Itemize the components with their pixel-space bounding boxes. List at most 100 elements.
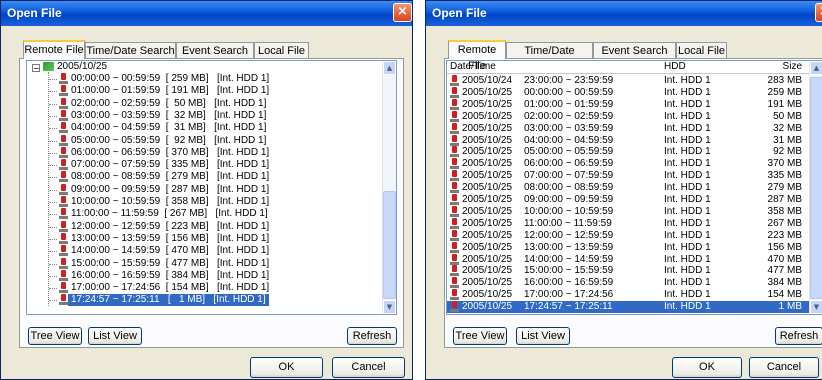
tree-item[interactable]: 17:00:00 ~ 17:24:56 [ 154 MB] [Int. HDD … [71, 282, 269, 294]
tree-item[interactable]: 09:00:00 ~ 09:59:59 [ 287 MB] [Int. HDD … [71, 184, 269, 196]
record-icon [450, 158, 459, 170]
tree-item[interactable]: 17:24:57 ~ 17:25:11 [ 1 MB] [Int. HDD 1] [68, 294, 269, 307]
tree-item[interactable]: 05:00:00 ~ 05:59:59 [ 92 MB] [Int. HDD 1… [71, 135, 266, 147]
refresh-button[interactable]: Refresh [775, 327, 822, 345]
size-cell: 259 MB [767, 86, 802, 98]
cancel-button[interactable]: Cancel [332, 357, 405, 378]
tree-scrollbar[interactable]: ▲ ▼ [382, 61, 396, 314]
tree-item[interactable]: 11:00:00 ~ 11:59:59 [ 267 MB] [Int. HDD … [71, 208, 268, 220]
date-cell: 2005/10/25 [462, 217, 513, 229]
tab-remote-file[interactable]: Remote File [23, 40, 85, 59]
scroll-up-icon[interactable]: ▲ [383, 61, 396, 75]
tree-item[interactable]: 06:00:00 ~ 06:59:59 [ 370 MB] [Int. HDD … [71, 147, 269, 159]
tree-item[interactable]: 01:00:00 ~ 01:59:59 [ 191 MB] [Int. HDD … [71, 85, 269, 97]
record-icon [59, 196, 68, 207]
list-row[interactable]: 2005/10/25 17:24:57 ~ 17:25:11 Int. HDD 1 1… [447, 301, 809, 314]
header-size[interactable]: Size [730, 61, 805, 73]
record-icon [59, 109, 68, 121]
list-row[interactable]: 2005/10/25 16:00:00 ~ 16:59:59 Int. HDD 1 3… [447, 277, 809, 289]
scroll-down-icon[interactable]: ▼ [810, 300, 822, 314]
size-cell: 1 MB [778, 301, 802, 313]
list-row[interactable]: 2005/10/25 06:00:00 ~ 06:59:59 Int. HDD 1 3… [447, 158, 809, 170]
close-icon[interactable]: × [393, 3, 412, 22]
hdd-cell: Int. HDD 1 [664, 110, 711, 122]
record-icon [59, 159, 68, 171]
tree-root-label[interactable]: 2005/10/25 [57, 61, 107, 73]
tree-item[interactable]: 08:00:00 ~ 08:59:59 [ 279 MB] [Int. HDD … [71, 171, 269, 183]
tree-item[interactable]: 00:00:00 ~ 00:59:59 [ 259 MB] [Int. HDD … [71, 73, 269, 85]
list-row[interactable]: 2005/10/25 05:00:00 ~ 05:59:59 Int. HDD 1 9… [447, 146, 809, 158]
date-cell: 2005/10/25 [462, 205, 513, 217]
list-row[interactable]: 2005/10/25 08:00:00 ~ 08:59:59 Int. HDD 1 2… [447, 182, 809, 194]
ok-button[interactable]: OK [250, 357, 323, 378]
ok-button[interactable]: OK [672, 357, 742, 378]
record-icon [450, 217, 459, 229]
scroll-down-icon[interactable]: ▼ [383, 300, 396, 314]
tab-event-search[interactable]: Event Search [176, 42, 254, 58]
size-cell: 358 MB [767, 205, 802, 217]
tree-view-button[interactable]: Tree View [28, 327, 82, 345]
list-row[interactable]: 2005/10/25 12:00:00 ~ 12:59:59 Int. HDD 1 2… [447, 229, 809, 242]
record-icon [450, 122, 459, 134]
time-range-cell: 12:00:00 ~ 12:59:59 [524, 229, 614, 241]
list-row[interactable]: 2005/10/25 13:00:00 ~ 13:59:59 Int. HDD 1 1… [447, 241, 809, 254]
tree-item[interactable]: 04:00:00 ~ 04:59:59 [ 31 MB] [Int. HDD 1… [71, 122, 266, 134]
file-tree[interactable]: − 2005/10/25 00:00:00 ~ 00:59:59 [ 259 M… [26, 60, 397, 315]
record-icon [59, 257, 68, 269]
header-hdd[interactable]: HDD [660, 61, 730, 73]
tree-item[interactable]: 13:00:00 ~ 13:59:59 [ 156 MB] [Int. HDD … [71, 233, 269, 245]
list-view-button[interactable]: List View [88, 327, 142, 345]
tab-local-file[interactable]: Local File [676, 42, 727, 58]
tree-item[interactable]: 10:00:00 ~ 10:59:59 [ 358 MB] [Int. HDD … [71, 196, 269, 208]
tab-event-search[interactable]: Event Search [593, 42, 676, 58]
time-range-cell: 15:00:00 ~ 15:59:59 [524, 265, 614, 277]
tab-remote-file[interactable]: Remote File [448, 40, 506, 72]
list-row[interactable]: 2005/10/25 11:00:00 ~ 11:59:59 Int. HDD 1 2… [447, 217, 809, 230]
tree-item[interactable]: 15:00:00 ~ 15:59:59 [ 477 MB] [Int. HDD … [71, 258, 269, 270]
tab-local-file[interactable]: Local File [254, 42, 309, 58]
list-view-button[interactable]: List View [516, 327, 570, 345]
list-row[interactable]: 2005/10/25 17:00:00 ~ 17:24:56 Int. HDD 1 1… [447, 289, 809, 301]
list-row[interactable]: 2005/10/25 04:00:00 ~ 04:59:59 Int. HDD 1 3… [447, 134, 809, 147]
time-range-cell: 16:00:00 ~ 16:59:59 [524, 277, 614, 289]
tree-item[interactable]: 12:00:00 ~ 12:59:59 [ 223 MB] [Int. HDD … [71, 221, 269, 233]
size-cell: 50 MB [773, 110, 802, 122]
tree-item[interactable]: 14:00:00 ~ 14:59:59 [ 470 MB] [Int. HDD … [71, 245, 269, 257]
list-row[interactable]: 2005/10/25 09:00:00 ~ 09:59:59 Int. HDD 1 2… [447, 194, 809, 206]
time-range-cell: 17:00:00 ~ 17:24:56 [524, 289, 614, 301]
size-cell: 223 MB [767, 229, 802, 241]
title-bar: Open File × [1, 1, 412, 26]
list-row[interactable]: 2005/10/25 00:00:00 ~ 00:59:59 Int. HDD 1 2… [447, 86, 809, 99]
list-row[interactable]: 2005/10/25 15:00:00 ~ 15:59:59 Int. HDD 1 4… [447, 265, 809, 277]
scroll-up-icon[interactable]: ▲ [810, 61, 822, 75]
scroll-thumb[interactable] [383, 191, 396, 299]
record-icon [450, 289, 459, 301]
list-row[interactable]: 2005/10/25 14:00:00 ~ 14:59:59 Int. HDD 1 4… [447, 253, 809, 266]
record-icon [59, 122, 68, 134]
tree-view-button[interactable]: Tree View [453, 327, 507, 345]
cancel-button[interactable]: Cancel [749, 357, 819, 378]
list-row[interactable]: 2005/10/25 07:00:00 ~ 07:59:59 Int. HDD 1 3… [447, 170, 809, 182]
tree-item[interactable]: 03:00:00 ~ 03:59:59 [ 32 MB] [Int. HDD 1… [71, 110, 266, 122]
record-icon [450, 146, 459, 158]
tree-item[interactable]: 16:00:00 ~ 16:59:59 [ 384 MB] [Int. HDD … [71, 270, 269, 282]
list-row[interactable]: 2005/10/25 02:00:00 ~ 02:59:59 Int. HDD 1 5… [447, 110, 809, 123]
scroll-thumb[interactable] [810, 77, 822, 299]
tree-item[interactable]: 02:00:00 ~ 02:59:59 [ 50 MB] [Int. HDD 1… [71, 98, 266, 110]
hdd-cell: Int. HDD 1 [664, 170, 711, 182]
list-row[interactable]: 2005/10/24 23:00:00 ~ 23:59:59 Int. HDD 1 2… [447, 75, 809, 87]
hdd-cell: Int. HDD 1 [664, 241, 711, 253]
tab-time-date-search[interactable]: Time/Date Search [85, 42, 176, 58]
file-list[interactable]: Date/Time HDD Size 2005/10/2423:00:00 ~ … [446, 60, 822, 315]
tree-expand-icon[interactable]: − [32, 64, 40, 73]
list-row[interactable]: 2005/10/25 03:00:00 ~ 03:59:59 Int. HDD 1 3… [447, 122, 809, 135]
close-icon[interactable]: × [815, 3, 822, 22]
list-row[interactable]: 2005/10/25 01:00:00 ~ 01:59:59 Int. HDD 1 1… [447, 98, 809, 111]
record-icon [450, 182, 459, 194]
size-cell: 287 MB [767, 194, 802, 205]
tab-time-date-search[interactable]: Time/Date Search [506, 42, 593, 73]
list-scrollbar[interactable]: ▲ ▼ [809, 61, 822, 314]
tree-item[interactable]: 07:00:00 ~ 07:59:59 [ 335 MB] [Int. HDD … [71, 159, 269, 171]
refresh-button[interactable]: Refresh [347, 327, 397, 345]
list-row[interactable]: 2005/10/25 10:00:00 ~ 10:59:59 Int. HDD 1 3… [447, 205, 809, 218]
